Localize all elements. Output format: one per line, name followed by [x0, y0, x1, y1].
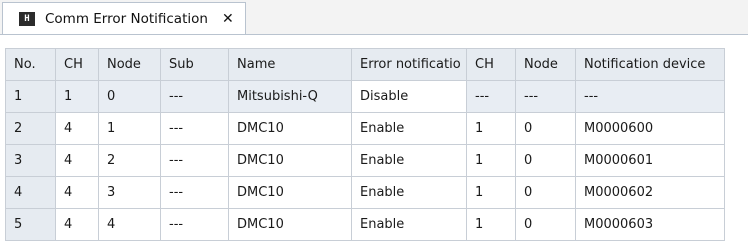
sub-cell[interactable]: --- — [160, 112, 229, 145]
notify-node-cell[interactable]: 0 — [515, 144, 576, 177]
tab-title: Comm Error Notification — [45, 10, 208, 27]
col-ch-header[interactable]: CH — [55, 48, 99, 81]
grid-app-icon: H — [19, 11, 35, 26]
table-row[interactable]: 4 4 3 --- DMC10 Enable 1 0 M0000602 — [5, 176, 725, 209]
col-notification-device-header[interactable]: Notification device — [575, 48, 725, 81]
notify-node-cell[interactable]: 0 — [515, 208, 576, 241]
node-cell[interactable]: 1 — [98, 112, 161, 145]
row-number[interactable]: 4 — [5, 176, 56, 209]
error-notification-cell[interactable]: Enable — [351, 208, 467, 241]
close-icon[interactable]: ✕ — [222, 11, 234, 27]
table-row[interactable]: 5 4 4 --- DMC10 Enable 1 0 M0000603 — [5, 208, 725, 241]
notification-table: No. CH Node Sub Name Error notificatio C… — [5, 48, 725, 241]
node-cell[interactable]: 0 — [98, 80, 161, 113]
name-cell[interactable]: DMC10 — [228, 208, 352, 241]
notify-ch-cell[interactable]: 1 — [466, 208, 516, 241]
node-cell[interactable]: 2 — [98, 144, 161, 177]
notify-node-cell[interactable]: 0 — [515, 112, 576, 145]
ch-cell[interactable]: 4 — [55, 112, 99, 145]
ch-cell[interactable]: 4 — [55, 144, 99, 177]
col-name-header[interactable]: Name — [228, 48, 352, 81]
error-notification-cell[interactable]: Enable — [351, 176, 467, 209]
node-cell[interactable]: 3 — [98, 176, 161, 209]
sub-cell[interactable]: --- — [160, 176, 229, 209]
comm-error-window: H Comm Error Notification ✕ No. CH Node … — [0, 0, 748, 252]
name-cell[interactable]: DMC10 — [228, 176, 352, 209]
error-notification-cell[interactable]: Disable — [351, 80, 467, 113]
notify-ch-cell[interactable]: 1 — [466, 144, 516, 177]
row-number[interactable]: 5 — [5, 208, 56, 241]
ch-cell[interactable]: 1 — [55, 80, 99, 113]
header-row: No. CH Node Sub Name Error notificatio C… — [5, 48, 725, 81]
name-cell[interactable]: DMC10 — [228, 112, 352, 145]
table-row[interactable]: 1 1 0 --- Mitsubishi-Q Disable --- --- -… — [5, 80, 725, 113]
row-number[interactable]: 1 — [5, 80, 56, 113]
notify-ch-cell[interactable]: 1 — [466, 112, 516, 145]
col-notify-node-header[interactable]: Node — [515, 48, 576, 81]
col-error-notification-header[interactable]: Error notificatio — [351, 48, 467, 81]
error-notification-cell[interactable]: Enable — [351, 112, 467, 145]
notify-node-cell[interactable]: --- — [515, 80, 576, 113]
tab-comm-error-notification[interactable]: H Comm Error Notification ✕ — [2, 2, 246, 34]
table-row[interactable]: 2 4 1 --- DMC10 Enable 1 0 M0000600 — [5, 112, 725, 145]
notify-ch-cell[interactable]: 1 — [466, 176, 516, 209]
col-node-header[interactable]: Node — [98, 48, 161, 81]
row-number[interactable]: 2 — [5, 112, 56, 145]
sub-cell[interactable]: --- — [160, 208, 229, 241]
notification-device-cell[interactable]: M0000600 — [575, 112, 725, 145]
error-notification-cell[interactable]: Enable — [351, 144, 467, 177]
tab-bar: H Comm Error Notification ✕ — [0, 0, 748, 35]
col-no-header[interactable]: No. — [5, 48, 56, 81]
ch-cell[interactable]: 4 — [55, 176, 99, 209]
notification-device-cell[interactable]: --- — [575, 80, 725, 113]
name-cell[interactable]: Mitsubishi-Q — [228, 80, 352, 113]
table-row[interactable]: 3 4 2 --- DMC10 Enable 1 0 M0000601 — [5, 144, 725, 177]
sub-cell[interactable]: --- — [160, 144, 229, 177]
notification-device-cell[interactable]: M0000601 — [575, 144, 725, 177]
ch-cell[interactable]: 4 — [55, 208, 99, 241]
col-notify-ch-header[interactable]: CH — [466, 48, 516, 81]
notify-node-cell[interactable]: 0 — [515, 176, 576, 209]
notify-ch-cell[interactable]: --- — [466, 80, 516, 113]
name-cell[interactable]: DMC10 — [228, 144, 352, 177]
col-sub-header[interactable]: Sub — [160, 48, 229, 81]
notification-device-cell[interactable]: M0000602 — [575, 176, 725, 209]
sub-cell[interactable]: --- — [160, 80, 229, 113]
row-number[interactable]: 3 — [5, 144, 56, 177]
notification-device-cell[interactable]: M0000603 — [575, 208, 725, 241]
node-cell[interactable]: 4 — [98, 208, 161, 241]
